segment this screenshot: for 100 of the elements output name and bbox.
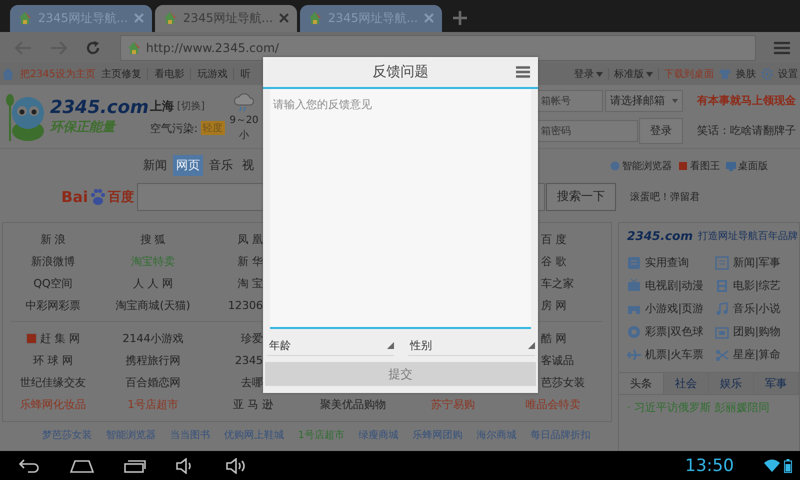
category-link[interactable]: 新闻|军事 <box>733 255 781 270</box>
site-link[interactable]: 人 人 网 <box>133 276 173 291</box>
site-link[interactable]: 芭莎女装 <box>541 374 585 390</box>
category-link[interactable]: 实用查询 <box>645 255 689 270</box>
site-link[interactable]: 酷 网 <box>541 330 566 346</box>
dropdown-link[interactable]: 登录 <box>574 67 603 82</box>
site-link[interactable]: 聚美优品购物 <box>320 396 386 412</box>
promo-link[interactable]: 有本事就马上领现金 <box>689 93 800 108</box>
category-link[interactable]: 小游戏|页游 <box>645 301 704 316</box>
volume-up-icon[interactable] <box>226 458 248 474</box>
category-link[interactable]: 彩票|双色球 <box>645 324 704 340</box>
engine-logo-text: 百度 <box>108 188 134 206</box>
site-link[interactable]: 2345 <box>235 354 263 367</box>
site-link[interactable]: 谷 歌 <box>541 254 566 269</box>
site-link[interactable]: 环 球 网 <box>33 352 73 368</box>
login-button[interactable]: 登录 <box>639 118 683 144</box>
search-tab[interactable]: 网页 <box>173 155 203 176</box>
site-link[interactable]: 2144小游戏 <box>122 330 184 346</box>
shop-link[interactable]: 海尔商城 <box>476 428 516 442</box>
password-field[interactable]: 箱密码 <box>538 120 638 142</box>
shop-link[interactable]: 当当图书 <box>170 428 210 442</box>
close-icon[interactable] <box>134 13 144 24</box>
tool-link[interactable]: 桌面版 <box>738 158 768 173</box>
close-icon[interactable] <box>424 13 434 24</box>
search-tab[interactable]: 音乐 <box>206 155 236 176</box>
site-link[interactable]: 淘宝商城(天猫) <box>116 298 190 313</box>
site-link[interactable]: 去哪 <box>241 374 263 390</box>
shop-link[interactable]: 每日品牌折扣 <box>530 428 590 442</box>
search-button[interactable]: 搜索一下 <box>546 182 616 211</box>
bookmark-link[interactable]: 看电影 <box>154 67 184 82</box>
tool-link[interactable]: 看图王 <box>690 158 720 173</box>
switch-link[interactable]: [切换] <box>177 99 205 114</box>
gender-select[interactable]: 性别 <box>408 335 535 356</box>
site-link[interactable]: 1号店超市 <box>128 396 178 412</box>
category-link[interactable]: 机票|火车票 <box>645 347 704 362</box>
mailbox-select[interactable]: 请选择邮箱 <box>605 90 683 112</box>
close-icon[interactable] <box>279 13 289 24</box>
site-link[interactable]: QQ空间 <box>33 276 73 291</box>
category-link[interactable]: 电视剧|动漫 <box>645 278 704 294</box>
site-link[interactable]: 新 浪 <box>40 232 66 247</box>
address-field[interactable]: http://www.2345.com/ <box>120 34 756 61</box>
account-field[interactable]: 箱帐号 <box>538 90 603 112</box>
site-link[interactable]: 搜 狐 <box>140 232 166 247</box>
logo-badge-icon <box>26 332 37 344</box>
bookmark-link[interactable]: 听 <box>240 67 250 82</box>
menu-icon[interactable] <box>516 66 530 78</box>
site-link[interactable]: 房 网 <box>541 298 566 313</box>
bookmark-link[interactable]: 换肤 <box>736 67 756 82</box>
city-name: 上海 <box>150 98 174 115</box>
dropdown-link[interactable]: 标准版 <box>614 67 653 82</box>
site-link[interactable]: 淘 宝 <box>238 276 263 291</box>
hot-word-link[interactable]: 滚蛋吧！弹留君 <box>620 190 800 204</box>
bookmark-link[interactable]: 玩游戏 <box>197 67 228 82</box>
search-tab[interactable]: 视 <box>239 155 257 176</box>
news-tab[interactable]: 娱乐 <box>709 373 754 394</box>
site-link[interactable]: 百合婚恋网 <box>126 374 180 390</box>
site-link[interactable]: 凤 凰 <box>238 232 263 247</box>
site-link[interactable]: 客诚品 <box>541 352 574 368</box>
plus-icon[interactable] <box>453 10 467 25</box>
site-link[interactable]: 唯品会特卖 <box>526 396 580 412</box>
site-link[interactable]: 珍爱 <box>241 330 263 346</box>
age-select[interactable]: 年龄 <box>267 335 394 356</box>
house-icon <box>18 11 32 26</box>
back-icon[interactable] <box>18 458 40 473</box>
tool-link[interactable]: 智能浏览器 <box>622 158 672 173</box>
site-link[interactable]: 新 华 <box>238 254 263 269</box>
site-link[interactable]: 携程旅行网 <box>126 352 180 368</box>
menu-icon[interactable] <box>774 40 790 55</box>
joke-link[interactable]: 笑话：吃啥请翻牌子 <box>689 123 800 138</box>
news-tab[interactable]: 社会 <box>664 373 709 394</box>
site-link[interactable]: 亚 马 逊 <box>233 396 273 412</box>
reload-icon[interactable] <box>86 40 100 55</box>
bookmark-link[interactable]: 设置 <box>778 67 798 82</box>
search-tab[interactable]: 新闻 <box>140 155 170 176</box>
shop-link[interactable]: 乐蜂网团购 <box>412 428 462 442</box>
engine-logo-text: Bai <box>61 188 88 206</box>
category-link[interactable]: 团购|购物 <box>733 324 781 340</box>
site-link[interactable]: 中彩网彩票 <box>26 298 80 313</box>
shop-link[interactable]: 智能浏览器 <box>106 428 156 442</box>
site-link[interactable]: 乐蜂网化妆品 <box>20 396 86 412</box>
site-link[interactable]: 世纪佳缘交友 <box>20 374 86 390</box>
site-link[interactable]: 百 度 <box>541 232 566 247</box>
category-link[interactable]: 电影|综艺 <box>733 278 781 294</box>
bag-icon <box>715 324 729 339</box>
site-link[interactable]: 12306 <box>228 298 263 312</box>
news-tab[interactable]: 军事 <box>754 373 799 394</box>
site-link[interactable]: 新浪微博 <box>31 254 75 269</box>
shop-link[interactable]: 绿瘦商城 <box>358 428 398 442</box>
site-link[interactable]: 苏宁易购 <box>431 396 475 412</box>
tagline: 打造网址导航百年品牌 <box>698 230 798 244</box>
shop-link[interactable]: 优购网上鞋城 <box>224 428 284 442</box>
logo-text: 2345.com <box>50 97 149 118</box>
feedback-field[interactable]: 请输入您的反馈意见 <box>270 89 531 329</box>
site-link[interactable]: 赶 集 网 <box>26 330 80 346</box>
bookmark-link[interactable]: 主页修复 <box>101 67 142 82</box>
recent-apps-icon[interactable] <box>124 458 146 473</box>
category-link[interactable]: 音乐|小说 <box>733 301 781 316</box>
site-link[interactable]: 车之家 <box>541 276 574 291</box>
shop-link[interactable]: 梦芭莎女装 <box>42 428 92 442</box>
category-link[interactable]: 星座|算命 <box>733 347 781 362</box>
